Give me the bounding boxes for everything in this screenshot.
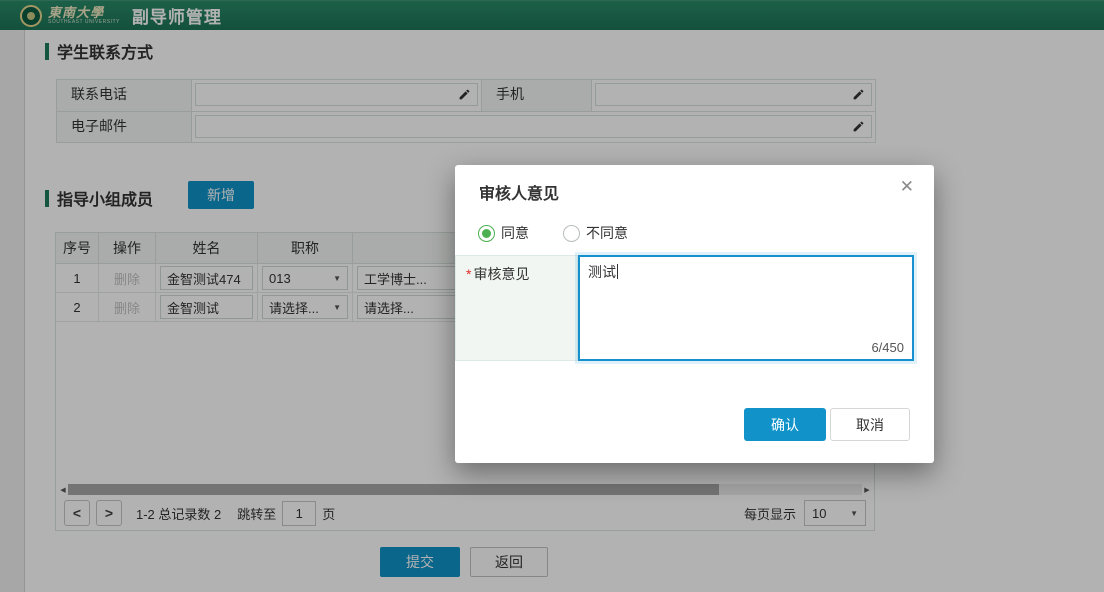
char-counter: 6/450 xyxy=(871,340,904,355)
radio-disagree[interactable]: 不同意 xyxy=(563,223,628,243)
review-comment-textarea[interactable]: 测试 6/450 xyxy=(578,255,914,361)
required-mark: * xyxy=(466,266,471,282)
close-icon[interactable]: ✕ xyxy=(896,175,918,199)
radio-unselected-icon xyxy=(563,225,580,242)
textarea-value: 测试 xyxy=(588,264,616,280)
review-opinion-dialog: 审核人意见 ✕ 同意 不同意 *审核意见 测试 6/450 确认 取消 xyxy=(455,165,934,463)
decision-radio-group: 同意 不同意 xyxy=(478,223,662,243)
cancel-button[interactable]: 取消 xyxy=(830,408,910,441)
review-comment-row: *审核意见 测试 6/450 xyxy=(455,255,914,361)
confirm-button[interactable]: 确认 xyxy=(744,408,826,441)
dialog-title: 审核人意见 xyxy=(479,180,559,204)
review-comment-label: *审核意见 xyxy=(455,255,578,361)
radio-selected-icon xyxy=(478,225,495,242)
radio-agree[interactable]: 同意 xyxy=(478,223,529,243)
text-caret xyxy=(617,264,618,279)
